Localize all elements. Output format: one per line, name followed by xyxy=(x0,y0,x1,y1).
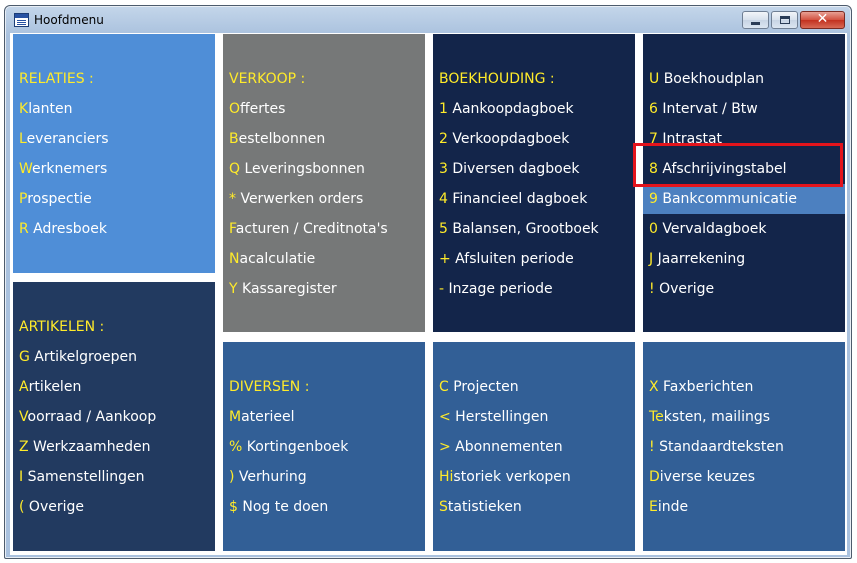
menu-item-intervat-btw[interactable]: 6 Intervat / Btw xyxy=(643,94,845,124)
panel-projecten: C Projecten < Herstellingen > Abonnement… xyxy=(433,342,635,551)
menu-item-leveringsbonnen[interactable]: Q Leveringsbonnen xyxy=(223,154,425,184)
menu-item-verwerken-orders[interactable]: * Verwerken orders xyxy=(223,184,425,214)
title-bar[interactable]: Hoofdmenu ✕ xyxy=(5,6,851,34)
menu-item-nacalculatie[interactable]: Nacalculatie xyxy=(223,244,425,274)
menu-item-voorraad-aankoop[interactable]: Voorraad / Aankoop xyxy=(13,402,215,432)
panel-heading-artikelen: ARTIKELEN : xyxy=(19,319,105,335)
menu-item-boekhoudplan[interactable]: U Boekhoudplan xyxy=(643,64,845,94)
menu-item-financieel-dagboek[interactable]: 4 Financieel dagboek xyxy=(433,184,635,214)
panel-verkoop: VERKOOP : Offertes Bestelbonnen Q Leveri… xyxy=(223,34,425,332)
menu-item-samenstellingen[interactable]: I Samenstellingen xyxy=(13,462,215,492)
main-window: Hoofdmenu ✕ RELATIES : Klanten Leveranci… xyxy=(4,5,852,559)
menu-item-diversen-dagboek[interactable]: 3 Diversen dagboek xyxy=(433,154,635,184)
menu-item-diverse-keuzes[interactable]: Diverse keuzes xyxy=(643,462,845,492)
close-button[interactable]: ✕ xyxy=(800,11,845,29)
menu-item-teksten-mailings[interactable]: Teksten, mailings xyxy=(643,402,845,432)
menu-item-bankcommunicatie[interactable]: 9 Bankcommunicatie xyxy=(643,184,845,214)
menu-item-afschrijvingstabel[interactable]: 8 Afschrijvingstabel xyxy=(643,154,845,184)
menu-item-artikelgroepen[interactable]: G Artikelgroepen xyxy=(13,342,215,372)
panel-heading-boekhouding: BOEKHOUDING : xyxy=(439,71,555,87)
panel-communicatie: X Faxberichten Teksten, mailings ! Stand… xyxy=(643,342,845,551)
menu-item-projecten[interactable]: C Projecten xyxy=(433,372,635,402)
panel-heading-verkoop: VERKOOP : xyxy=(229,71,306,87)
panel-boekhouding: BOEKHOUDING : 1 Aankoopdagboek 2 Verkoop… xyxy=(433,34,635,332)
window-title: Hoofdmenu xyxy=(34,13,104,27)
menu-item-kortingenboek[interactable]: % Kortingenboek xyxy=(223,432,425,462)
menu-item-afsluiten-periode[interactable]: + Afsluiten periode xyxy=(433,244,635,274)
minimize-button[interactable] xyxy=(742,11,769,29)
panel-artikelen: ARTIKELEN : G Artikelgroepen Artikelen V… xyxy=(13,282,215,551)
menu-item-klanten[interactable]: Klanten xyxy=(13,94,215,124)
menu-item-vervaldagboek[interactable]: 0 Vervaldagboek xyxy=(643,214,845,244)
close-icon: ✕ xyxy=(816,11,829,27)
menu-item-statistieken[interactable]: Statistieken xyxy=(433,492,635,522)
menu-item-verkoopdagboek[interactable]: 2 Verkoopdagboek xyxy=(433,124,635,154)
menu-item-materieel[interactable]: Materieel xyxy=(223,402,425,432)
menu-item-verhuring[interactable]: ) Verhuring xyxy=(223,462,425,492)
menu-item-nog-te-doen[interactable]: $ Nog te doen xyxy=(223,492,425,522)
menu-item-leveranciers[interactable]: Leveranciers xyxy=(13,124,215,154)
menu-item-overige-boekhouding[interactable]: ! Overige xyxy=(643,274,845,304)
menu-item-bestelbonnen[interactable]: Bestelbonnen xyxy=(223,124,425,154)
menu-item-overige-artikelen[interactable]: ( Overige xyxy=(13,492,215,522)
menu-item-inzage-periode[interactable]: - Inzage periode xyxy=(433,274,635,304)
menu-item-balansen-grootboek[interactable]: 5 Balansen, Grootboek xyxy=(433,214,635,244)
menu-item-facturen[interactable]: Facturen / Creditnota's xyxy=(223,214,425,244)
menu-item-faxberichten[interactable]: X Faxberichten xyxy=(643,372,845,402)
menu-item-artikelen[interactable]: Artikelen xyxy=(13,372,215,402)
maximize-button[interactable] xyxy=(771,11,798,29)
panel-boekhouding-extra: U Boekhoudplan 6 Intervat / Btw 7 Intras… xyxy=(643,34,845,332)
menu-item-herstellingen[interactable]: < Herstellingen xyxy=(433,402,635,432)
minimize-icon xyxy=(751,22,760,25)
menu-item-werknemers[interactable]: Werknemers xyxy=(13,154,215,184)
menu-item-abonnementen[interactable]: > Abonnementen xyxy=(433,432,635,462)
menu-item-einde[interactable]: Einde xyxy=(643,492,845,522)
panel-diversen: DIVERSEN : Materieel % Kortingenboek ) V… xyxy=(223,342,425,551)
app-menu-icon[interactable] xyxy=(14,13,29,27)
menu-item-standaardteksten[interactable]: ! Standaardteksten xyxy=(643,432,845,462)
menu-item-offertes[interactable]: Offertes xyxy=(223,94,425,124)
menu-item-werkzaamheden[interactable]: Z Werkzaamheden xyxy=(13,432,215,462)
menu-item-jaarrekening[interactable]: J Jaarrekening xyxy=(643,244,845,274)
panel-heading-diversen: DIVERSEN : xyxy=(229,379,310,395)
menu-area: RELATIES : Klanten Leveranciers Werkneme… xyxy=(10,33,847,555)
panel-relaties: RELATIES : Klanten Leveranciers Werkneme… xyxy=(13,34,215,273)
panel-heading-relaties: RELATIES : xyxy=(19,71,94,87)
menu-item-kassaregister[interactable]: Y Kassaregister xyxy=(223,274,425,304)
menu-item-historiek-verkopen[interactable]: Historiek verkopen xyxy=(433,462,635,492)
maximize-icon xyxy=(780,16,790,24)
menu-item-adresboek[interactable]: R Adresboek xyxy=(13,214,215,244)
menu-item-prospectie[interactable]: Prospectie xyxy=(13,184,215,214)
menu-item-aankoopdagboek[interactable]: 1 Aankoopdagboek xyxy=(433,94,635,124)
menu-item-intrastat[interactable]: 7 Intrastat xyxy=(643,124,845,154)
